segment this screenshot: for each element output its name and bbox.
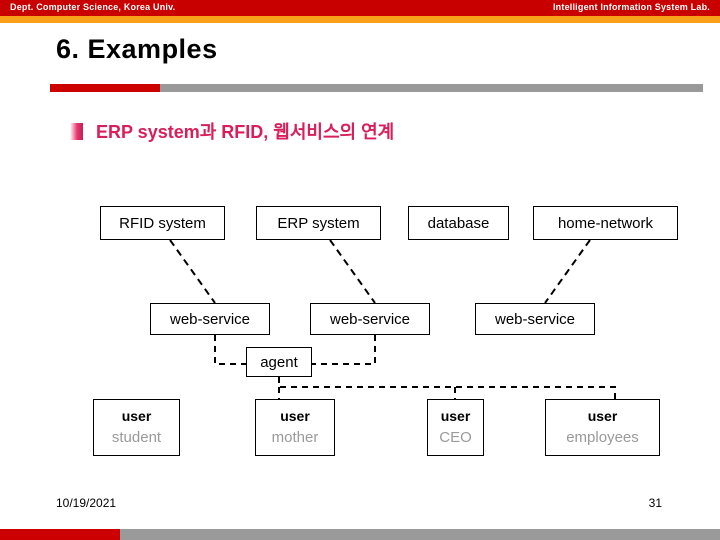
node-user-employees: user employees: [545, 399, 660, 456]
node-web-service-3: web-service: [475, 303, 595, 335]
node-database: database: [408, 206, 509, 240]
footer-bar-accent: [0, 529, 120, 540]
node-label: home-network: [557, 214, 654, 232]
node-web-service-2: web-service: [310, 303, 430, 335]
node-user-title: user: [121, 408, 152, 425]
bullet-text: ERP system과 RFID, 웹서비스의 연계: [96, 122, 395, 142]
node-rfid-system: RFID system: [100, 206, 225, 240]
bullet-square-icon: [70, 122, 83, 140]
node-user-role: student: [111, 428, 162, 446]
bullet-row: ERP system과 RFID, 웹서비스의 연계: [70, 118, 394, 144]
node-user-title: user: [440, 408, 471, 425]
title-underline-accent: [50, 84, 160, 92]
node-erp-system: ERP system: [256, 206, 381, 240]
connector-service1-to-agent: [214, 335, 246, 365]
node-user-ceo: user CEO: [427, 399, 484, 456]
connector-agent-to-user-bus: [278, 377, 616, 399]
page-title: 6. Examples: [56, 34, 218, 64]
title-underline-bar: [50, 84, 703, 92]
node-label: web-service: [494, 310, 576, 328]
footer-page-number: 31: [648, 496, 662, 510]
header-department-label: Dept. Computer Science, Korea Univ.: [10, 2, 176, 12]
node-home-network: home-network: [533, 206, 678, 240]
node-user-title: user: [280, 408, 310, 425]
connector-homenetwork-to-service: [544, 239, 591, 304]
node-web-service-1: web-service: [150, 303, 270, 335]
architecture-diagram: RFID system ERP system database home-net…: [0, 0, 720, 540]
node-label: web-service: [329, 310, 411, 328]
header-band-orange: [0, 16, 720, 23]
node-label: RFID system: [119, 214, 206, 232]
node-label: agent: [260, 353, 298, 371]
node-label: database: [427, 214, 490, 232]
node-user-role: mother: [271, 428, 319, 446]
footer-bar: [0, 529, 720, 540]
connector-erp-to-service: [329, 239, 376, 304]
diagram-connectors: [169, 239, 616, 399]
footer-date: 10/19/2021: [56, 496, 117, 510]
header-lab-label: Intelligent Information System Lab.: [552, 2, 710, 12]
node-label: ERP system: [277, 214, 360, 232]
node-agent: agent: [246, 347, 312, 377]
node-user-title: user: [587, 408, 618, 425]
node-user-mother: user mother: [255, 399, 335, 456]
node-user-student: user student: [93, 399, 180, 456]
node-user-role: employees: [566, 428, 639, 446]
connector-rfid-to-service: [169, 239, 216, 304]
node-user-role: CEO: [439, 428, 472, 446]
node-label: web-service: [169, 310, 251, 328]
connector-service2-to-agent: [312, 335, 376, 365]
